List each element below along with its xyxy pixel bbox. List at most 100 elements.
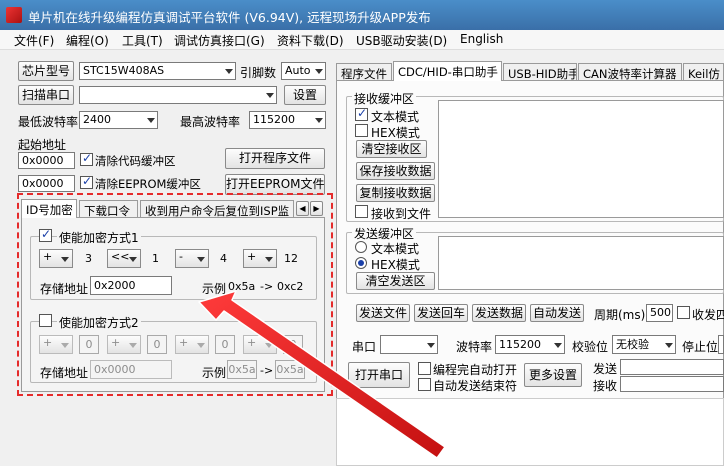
receive-buffer-title: 接收缓冲区 (352, 90, 417, 107)
pins-select[interactable]: Auto (281, 62, 326, 80)
enc1-val-1[interactable]: 3 (85, 252, 92, 265)
enc1-val-4[interactable]: 12 (284, 252, 298, 265)
min-baud-select[interactable]: 2400 (79, 111, 158, 129)
enc1-op-2-select[interactable]: << (107, 249, 141, 268)
baud-rate-select[interactable]: 115200 (495, 335, 565, 354)
menu-download[interactable]: 资料下载(D) (277, 32, 344, 49)
enc2-val-4[interactable]: 0 (283, 335, 303, 354)
send-textarea[interactable] (438, 236, 724, 290)
chip-model-button[interactable]: 芯片型号 (18, 61, 74, 81)
send-count-field (620, 359, 724, 375)
send-hex-mode-label: HEX模式 (371, 258, 420, 272)
tab-usb-hid[interactable]: USB-HID助手 (503, 63, 577, 81)
log-area[interactable] (336, 398, 724, 466)
tab-id-encryption[interactable]: ID号加密 (21, 199, 77, 218)
clear-receive-button[interactable]: 清空接收区 (356, 140, 427, 158)
chevron-down-icon (225, 69, 233, 74)
tab-can-baud-calculator[interactable]: CAN波特率计算器 (578, 63, 682, 81)
chevron-down-icon (61, 257, 69, 262)
chevron-down-icon (265, 343, 273, 348)
receive-textarea[interactable] (438, 100, 724, 218)
enc2-address-input[interactable]: 0x0000 (90, 360, 172, 379)
recv-send-checkbox[interactable] (677, 306, 690, 319)
save-receive-button[interactable]: 保存接收数据 (356, 162, 435, 180)
stop-bits-select[interactable] (718, 335, 724, 354)
enc1-op-4-select[interactable]: + (243, 249, 277, 268)
send-data-button[interactable]: 发送数据 (472, 304, 526, 322)
recv-text-mode-checkbox[interactable] (355, 106, 368, 121)
chevron-down-icon (197, 343, 205, 348)
enc2-op-3-select[interactable]: + (175, 335, 209, 354)
enc2-op-1-select[interactable]: + (39, 335, 73, 354)
scan-port-button[interactable]: 扫描串口 (18, 85, 74, 105)
recv-text-mode-label: 文本模式 (371, 110, 420, 124)
enc2-val-2[interactable]: 0 (147, 335, 167, 354)
send-text-mode-radio[interactable] (355, 241, 367, 253)
tab-scroll-right-icon[interactable]: ▶ (310, 201, 323, 216)
chip-model-select[interactable]: STC15W408AS (79, 62, 236, 80)
enable-encryption-1-checkbox[interactable] (39, 227, 52, 242)
recv-send-label: 收发四 (692, 308, 724, 322)
enc2-example-arrow: -> (260, 364, 274, 377)
tab-cdc-hid-serial[interactable]: CDC/HID-串口助手 (393, 61, 502, 81)
menu-english[interactable]: English (460, 32, 503, 46)
open-eeprom-file-button[interactable]: 打开EEPROM文件 (225, 174, 325, 195)
stop-bits-label: 停止位 (682, 340, 719, 354)
serial-port-select[interactable] (380, 335, 438, 354)
chevron-down-icon (315, 118, 323, 123)
clear-eeprom-checkbox[interactable] (80, 174, 93, 189)
menu-usb-driver[interactable]: USB驱动安装(D) (356, 32, 447, 49)
chevron-down-icon (147, 118, 155, 123)
settings-button[interactable]: 设置 (284, 85, 326, 105)
more-settings-button[interactable]: 更多设置 (524, 363, 582, 387)
recv-hex-mode-label: HEX模式 (371, 126, 420, 140)
recv-stat-label: 接收 (593, 379, 618, 393)
enc2-val-1[interactable]: 0 (79, 335, 99, 354)
enc1-example-in: 0x5a (228, 280, 256, 293)
chevron-down-icon (427, 342, 435, 348)
send-file-button[interactable]: 发送文件 (356, 304, 410, 322)
enable-encryption-2-label: 使能加密方式2 (57, 314, 141, 331)
port-select[interactable] (79, 86, 277, 104)
copy-receive-button[interactable]: 复制接收数据 (356, 184, 435, 202)
menu-file[interactable]: 文件(F) (14, 32, 54, 49)
max-baud-select[interactable]: 115200 (249, 111, 326, 129)
tab-scroll-left-icon[interactable]: ◀ (296, 201, 309, 216)
chevron-down-icon (266, 93, 274, 98)
clear-code-checkbox[interactable] (80, 151, 93, 166)
clear-send-button[interactable]: 清空发送区 (356, 272, 435, 290)
enable-encryption-2-checkbox[interactable] (39, 314, 52, 327)
enc1-address-input[interactable]: 0x2000 (90, 276, 172, 295)
send-hex-mode-radio[interactable] (355, 257, 367, 269)
menu-tools[interactable]: 工具(T) (122, 32, 163, 49)
code-address-input[interactable]: 0x0000 (18, 152, 75, 169)
recv-hex-mode-checkbox[interactable] (355, 124, 368, 137)
eeprom-address-input[interactable]: 0x0000 (18, 175, 75, 192)
enc2-op-2-select[interactable]: + (107, 335, 141, 354)
enc1-val-3[interactable]: 4 (220, 252, 227, 265)
menu-debug[interactable]: 调试仿真接口(G) (174, 32, 265, 49)
auto-send-end-checkbox[interactable] (418, 378, 431, 391)
open-serial-port-button[interactable]: 打开串口 (348, 362, 410, 388)
min-baud-label: 最低波特率 (18, 115, 79, 129)
tab-keil[interactable]: Keil仿 (683, 63, 724, 81)
enc2-val-3[interactable]: 0 (215, 335, 235, 354)
period-input[interactable]: 500 (646, 304, 673, 322)
enc1-op-3-select[interactable]: - (175, 249, 209, 268)
menu-program[interactable]: 编程(O) (66, 32, 109, 49)
clear-code-label: 清除代码缓冲区 (95, 154, 176, 168)
enc2-example-out: 0x5a (275, 360, 305, 379)
enc1-op-1-select[interactable]: + (39, 249, 73, 268)
auto-open-checkbox[interactable] (418, 362, 431, 375)
recv-to-file-checkbox[interactable] (355, 205, 368, 218)
parity-select[interactable]: 无校验 (612, 335, 676, 354)
tab-reset-to-isp[interactable]: 收到用户命令后复位到ISP监 (140, 200, 294, 218)
auto-send-button[interactable]: 自动发送 (530, 304, 584, 322)
enc1-val-2[interactable]: 1 (152, 252, 159, 265)
open-program-file-button[interactable]: 打开程序文件 (225, 148, 325, 169)
tab-program-file[interactable]: 程序文件 (336, 63, 392, 81)
send-return-button[interactable]: 发送回车 (414, 304, 468, 322)
tab-download-password[interactable]: 下载口令 (79, 200, 138, 218)
title-bar: 单片机在线升级编程仿真调试平台软件 (V6.94V), 远程现场升级APP发布 (0, 0, 724, 30)
enc2-op-4-select[interactable]: + (243, 335, 277, 354)
